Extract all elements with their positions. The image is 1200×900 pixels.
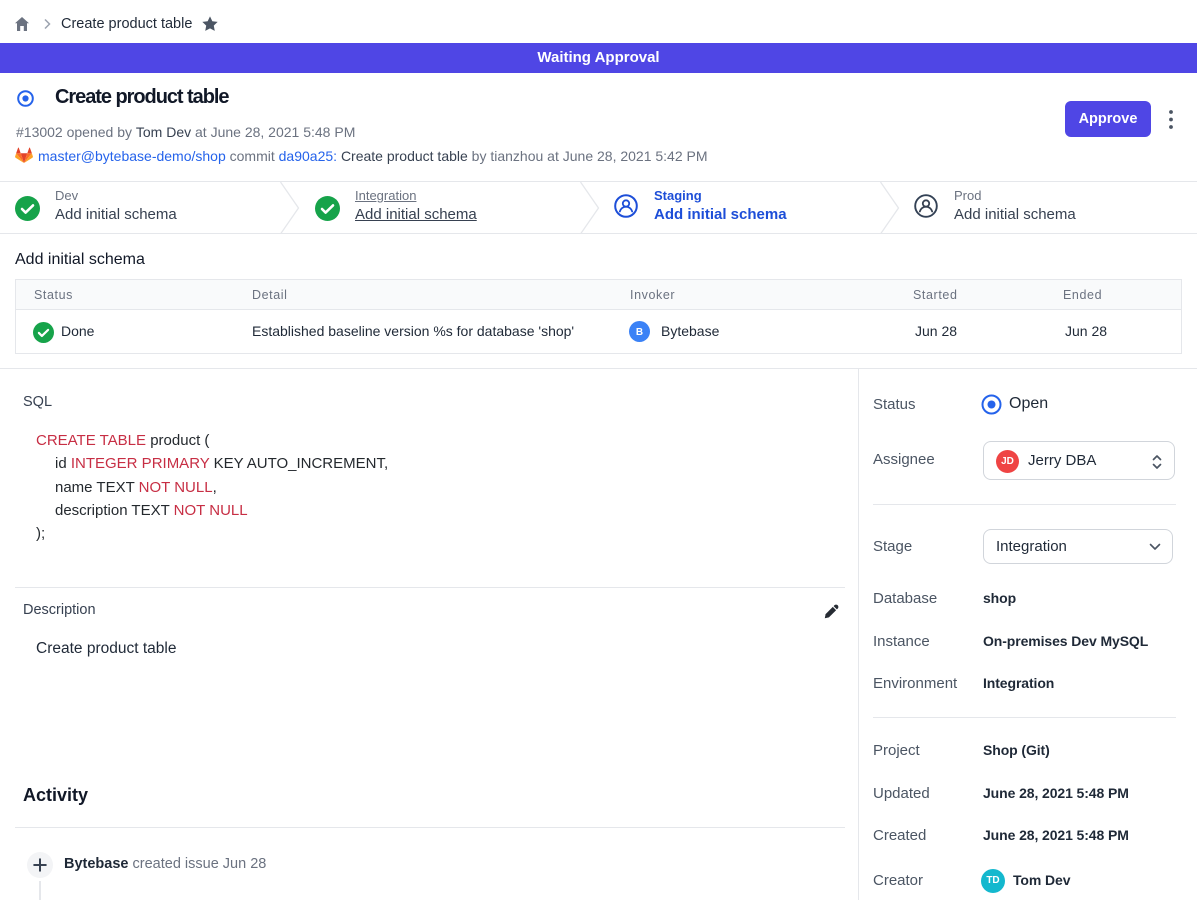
svg-text:B: B bbox=[636, 327, 643, 338]
